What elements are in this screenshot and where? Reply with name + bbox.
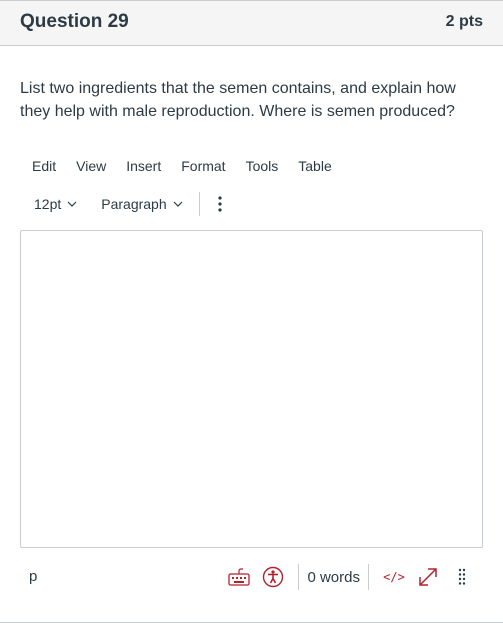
statusbar-tools: 0 words </> bbox=[222, 563, 479, 591]
toolbar-divider bbox=[198, 192, 200, 216]
code-icon: </> bbox=[383, 570, 405, 584]
keyboard-shortcuts-button[interactable] bbox=[226, 564, 252, 590]
font-size-select[interactable]: 12pt bbox=[20, 196, 87, 212]
menu-edit[interactable]: Edit bbox=[20, 156, 64, 178]
statusbar-divider bbox=[298, 564, 300, 590]
fullscreen-button[interactable] bbox=[415, 564, 441, 590]
fullscreen-icon bbox=[419, 568, 437, 586]
resize-handle-icon bbox=[458, 568, 466, 585]
block-format-value: Paragraph bbox=[101, 196, 167, 212]
element-path[interactable]: p bbox=[29, 568, 37, 585]
editor-menubar: Edit View Insert Format Tools Table bbox=[20, 156, 340, 178]
font-size-value: 12pt bbox=[34, 196, 62, 212]
menu-view[interactable]: View bbox=[64, 156, 114, 178]
accessibility-icon bbox=[263, 566, 284, 588]
html-editor-toggle[interactable]: </> bbox=[381, 564, 407, 590]
more-options-button[interactable] bbox=[212, 193, 228, 215]
block-format-select[interactable]: Paragraph bbox=[87, 196, 192, 212]
editor-toolbar: 12pt Paragraph bbox=[20, 191, 228, 217]
question-title: Question 29 bbox=[20, 11, 129, 32]
more-vertical-icon bbox=[218, 196, 222, 212]
accessibility-checker-button[interactable] bbox=[260, 564, 286, 590]
menu-insert[interactable]: Insert bbox=[114, 156, 169, 178]
chevron-down-icon bbox=[173, 201, 183, 207]
statusbar-divider bbox=[368, 564, 369, 590]
keyboard-icon bbox=[228, 568, 251, 586]
menu-tools[interactable]: Tools bbox=[234, 156, 287, 178]
chevron-down-icon bbox=[67, 201, 77, 207]
resize-handle[interactable] bbox=[449, 564, 475, 590]
menu-table[interactable]: Table bbox=[286, 156, 339, 178]
answer-editor[interactable] bbox=[20, 230, 483, 548]
word-count: 0 words bbox=[307, 568, 360, 586]
menu-format[interactable]: Format bbox=[169, 156, 233, 178]
question-text: List two ingredients that the semen cont… bbox=[20, 80, 456, 120]
question-header: Question 29 2 pts bbox=[0, 1, 503, 46]
editor-statusbar: p 0 words </> bbox=[20, 559, 483, 595]
question-card: Question 29 2 pts List two ingredients t… bbox=[0, 0, 503, 623]
question-points: 2 pts bbox=[445, 13, 483, 30]
